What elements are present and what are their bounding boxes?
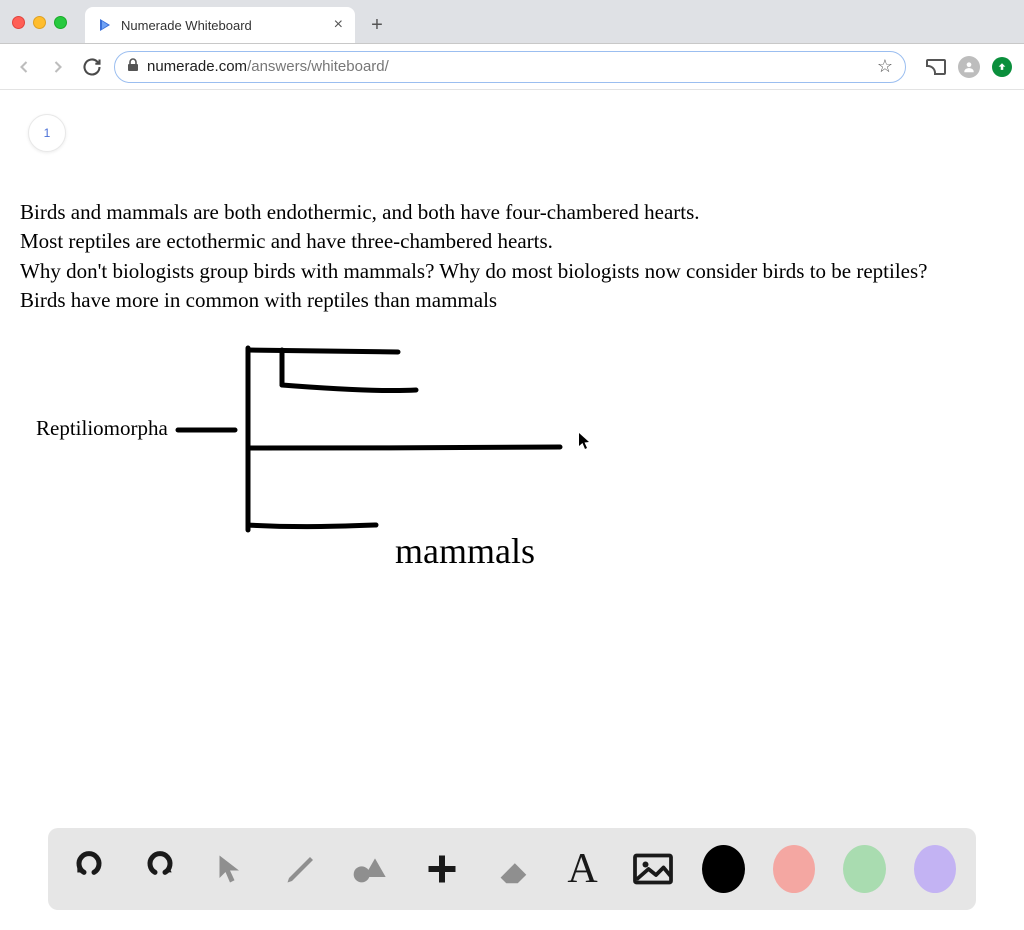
- text-line: Birds and mammals are both endothermic, …: [20, 198, 1004, 227]
- color-purple[interactable]: [914, 845, 956, 893]
- back-button[interactable]: [12, 55, 36, 79]
- whiteboard-page[interactable]: 1 Birds and mammals are both endothermic…: [0, 90, 1024, 930]
- cladogram-drawing: [20, 330, 720, 590]
- url-domain: numerade.com: [147, 58, 247, 75]
- tab-close-button[interactable]: ×: [334, 16, 343, 34]
- cast-icon[interactable]: [926, 59, 946, 75]
- add-tool[interactable]: [420, 845, 462, 893]
- window-close-button[interactable]: [12, 16, 25, 29]
- window-minimize-button[interactable]: [33, 16, 46, 29]
- reload-button[interactable]: [80, 55, 104, 79]
- extension-icons: [926, 56, 1012, 78]
- text-line: Most reptiles are ectothermic and have t…: [20, 227, 1004, 256]
- pencil-tool[interactable]: [279, 845, 321, 893]
- extension-badge[interactable]: [992, 57, 1012, 77]
- select-tool[interactable]: [209, 845, 251, 893]
- bookmark-star-icon[interactable]: ☆: [877, 56, 893, 77]
- window-controls: [12, 16, 67, 29]
- lock-icon: [127, 58, 139, 75]
- text-line: Birds have more in common with reptiles …: [20, 286, 1004, 315]
- numerade-favicon: [97, 17, 113, 33]
- forward-button[interactable]: [46, 55, 70, 79]
- redo-button[interactable]: [138, 845, 180, 893]
- whiteboard-toolbar: A: [48, 828, 976, 910]
- text-line: Why don't biologists group birds with ma…: [20, 257, 1004, 286]
- browser-tab-strip: Numerade Whiteboard × +: [0, 0, 1024, 44]
- image-tool[interactable]: [632, 845, 674, 893]
- text-tool[interactable]: A: [561, 845, 603, 893]
- undo-button[interactable]: [68, 845, 110, 893]
- color-black[interactable]: [702, 845, 744, 893]
- address-bar[interactable]: numerade.com/answers/whiteboard/ ☆: [114, 51, 906, 83]
- color-green[interactable]: [843, 845, 885, 893]
- browser-toolbar: numerade.com/answers/whiteboard/ ☆: [0, 44, 1024, 90]
- page-number-badge[interactable]: 1: [28, 114, 66, 152]
- shapes-tool[interactable]: [350, 845, 392, 893]
- diagram-label-mammals: mammals: [395, 530, 535, 572]
- browser-tab[interactable]: Numerade Whiteboard ×: [85, 7, 355, 43]
- window-maximize-button[interactable]: [54, 16, 67, 29]
- color-red[interactable]: [773, 845, 815, 893]
- eraser-tool[interactable]: [491, 845, 533, 893]
- new-tab-button[interactable]: +: [363, 11, 391, 39]
- profile-icon[interactable]: [958, 56, 980, 78]
- url-path: /answers/whiteboard/: [247, 58, 389, 75]
- question-text: Birds and mammals are both endothermic, …: [20, 198, 1004, 316]
- url-text: numerade.com/answers/whiteboard/: [147, 58, 389, 75]
- tab-title: Numerade Whiteboard: [121, 18, 252, 33]
